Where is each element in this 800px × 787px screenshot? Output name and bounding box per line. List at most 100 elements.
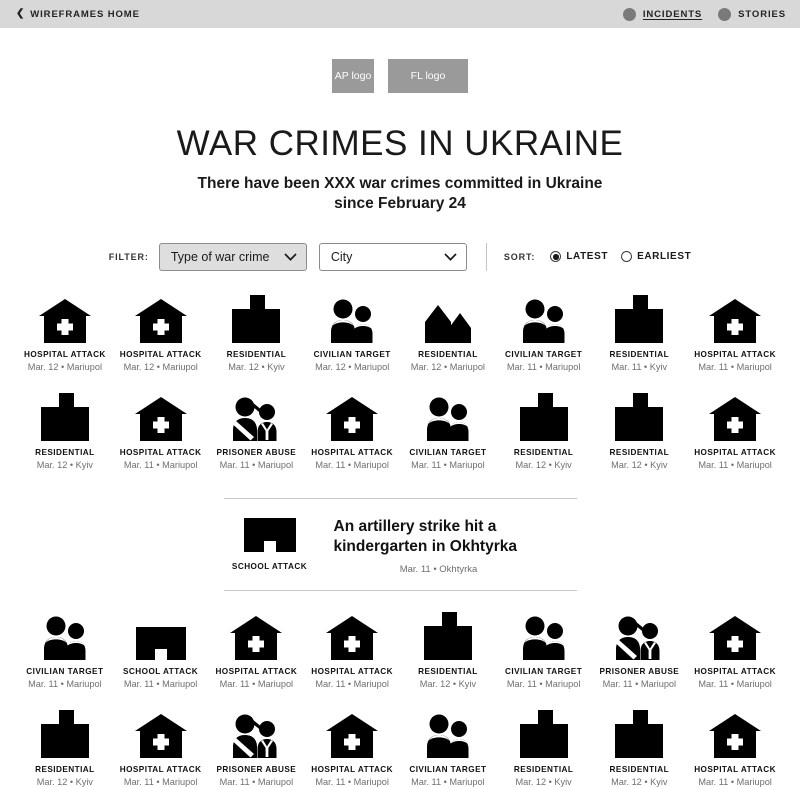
radio-earliest-icon[interactable] [621, 251, 633, 263]
incident-card[interactable]: HOSPITAL ATTACK Mar. 12 • Mariupol [24, 295, 106, 372]
featured-story-text: An artillery strike hit a kindergarten i… [334, 516, 544, 575]
chevron-left-icon: ❮ [16, 8, 26, 19]
incident-card[interactable]: CIVILIAN TARGET Mar. 11 • Mariupol [503, 612, 585, 689]
incident-card[interactable]: RESIDENTIAL Mar. 12 • Mariupol [407, 295, 489, 372]
incident-card-meta: Mar. 11 • Mariupol [411, 459, 485, 470]
wireframes-home-label: WIREFRAMES HOME [30, 8, 140, 20]
incident-card[interactable]: RESIDENTIAL Mar. 12 • Kyiv [216, 294, 298, 372]
fl-logo-placeholder: FL logo [388, 59, 468, 93]
hospital-attack-icon [38, 295, 91, 343]
incident-card[interactable]: SCHOOL ATTACK Mar. 11 • Mariupol [120, 612, 202, 689]
sort-latest-label: LATEST [566, 251, 609, 263]
featured-story-meta: Mar. 11 • Okhtyrka [399, 564, 478, 576]
page-subtitle: There have been XXX war crimes committed… [197, 175, 603, 213]
incident-card-type: HOSPITAL ATTACK [311, 765, 394, 775]
featured-story-icon-col: SCHOOL ATTACK [224, 516, 316, 571]
incident-card-meta: Mar. 12 • Mariupol [123, 361, 198, 372]
incident-card-type: CIVILIAN TARGET [505, 667, 583, 677]
incident-card[interactable]: RESIDENTIAL Mar. 11 • Kyiv [598, 294, 680, 372]
residential-icon [615, 294, 664, 343]
residential-icon [519, 392, 568, 441]
incident-card[interactable]: PRISONER ABUSE Mar. 11 • Mariupol [216, 393, 298, 470]
wireframes-home-link[interactable]: ❮ WIREFRAMES HOME [16, 9, 140, 20]
incident-card-type: SCHOOL ATTACK [123, 667, 199, 677]
incident-card-meta: Mar. 11 • Mariupol [123, 777, 198, 787]
incident-card[interactable]: PRISONER ABUSE Mar. 11 • Mariupol [598, 612, 680, 689]
residential-icon [519, 710, 568, 759]
incident-card[interactable]: CIVILIAN TARGET Mar. 11 • Mariupol [407, 393, 489, 470]
school-attack-icon [135, 612, 186, 661]
civilian-target-icon [328, 295, 376, 343]
incident-card-meta: Mar. 11 • Mariupol [123, 679, 198, 690]
incident-card-type: PRISONER ABUSE [216, 447, 297, 457]
incident-card-meta: Mar. 11 • Mariupol [219, 777, 294, 787]
civilian-target-icon [41, 612, 89, 661]
filter-label: FILTER: [108, 251, 149, 262]
filter-city-value: City [330, 249, 353, 264]
incident-card[interactable]: RESIDENTIAL Mar. 12 • Kyiv [24, 392, 106, 470]
civilian-target-icon [520, 295, 568, 343]
incident-card[interactable]: HOSPITAL ATTACK Mar. 11 • Mariupol [694, 295, 776, 372]
hospital-attack-icon [134, 710, 187, 759]
prisoner-abuse-icon [614, 612, 664, 661]
hospital-attack-icon [709, 295, 762, 343]
incident-card[interactable]: RESIDENTIAL Mar. 12 • Kyiv [598, 392, 680, 470]
filter-type-value: Type of war crime [170, 249, 270, 264]
incident-card-type: RESIDENTIAL [609, 765, 670, 775]
logo-row: AP logo FL logo [0, 59, 800, 93]
incident-card[interactable]: HOSPITAL ATTACK Mar. 11 • Mariupol [694, 612, 776, 689]
incident-card-meta: Mar. 12 • Kyiv [419, 679, 477, 690]
incident-card[interactable]: RESIDENTIAL Mar. 12 • Kyiv [24, 710, 106, 787]
incident-card-meta: Mar. 11 • Mariupol [698, 459, 772, 470]
incident-card[interactable]: CIVILIAN TARGET Mar. 11 • Mariupol [503, 295, 585, 372]
radio-latest-icon[interactable] [550, 251, 562, 263]
incident-card-type: HOSPITAL ATTACK [24, 349, 106, 359]
incident-card[interactable]: PRISONER ABUSE Mar. 11 • Mariupol [216, 710, 298, 787]
incident-card-meta: Mar. 11 • Mariupol [411, 777, 485, 787]
incident-card-type: PRISONER ABUSE [216, 765, 297, 775]
incident-card[interactable]: RESIDENTIAL Mar. 12 • Kyiv [407, 612, 489, 689]
incident-card[interactable]: HOSPITAL ATTACK Mar. 11 • Mariupol [311, 393, 393, 470]
incident-card-type: HOSPITAL ATTACK [119, 447, 202, 457]
incident-card[interactable]: HOSPITAL ATTACK Mar. 11 • Mariupol [120, 710, 202, 787]
incident-card[interactable]: HOSPITAL ATTACK Mar. 11 • Mariupol [311, 612, 393, 689]
nav-item-incidents[interactable]: INCIDENTS [622, 7, 703, 21]
incident-card[interactable]: HOSPITAL ATTACK Mar. 11 • Mariupol [120, 393, 202, 470]
nav-incidents-label: INCIDENTS [642, 8, 703, 20]
incidents-dot-icon [622, 7, 636, 21]
incident-card[interactable]: HOSPITAL ATTACK Mar. 11 • Mariupol [694, 393, 776, 470]
civilian-target-icon [520, 612, 568, 661]
residential-icon [423, 612, 472, 661]
incident-card-meta: Mar. 11 • Mariupol [506, 361, 581, 372]
hospital-attack-icon [326, 710, 379, 759]
incident-card[interactable]: RESIDENTIAL Mar. 12 • Kyiv [598, 710, 680, 787]
hospital-attack-icon [134, 295, 187, 343]
nav-stories-label: STORIES [738, 8, 786, 20]
incident-card[interactable]: CIVILIAN TARGET Mar. 11 • Mariupol [407, 710, 489, 787]
incident-card[interactable]: CIVILIAN TARGET Mar. 11 • Mariupol [24, 612, 106, 689]
filter-sort-bar: FILTER: Type of war crime City SORT: LAT… [0, 242, 800, 271]
prisoner-abuse-icon [231, 710, 281, 759]
filter-type-select[interactable]: Type of war crime [158, 242, 307, 271]
incident-card[interactable]: HOSPITAL ATTACK Mar. 11 • Mariupol [311, 710, 393, 787]
incident-card-type: CIVILIAN TARGET [409, 765, 487, 775]
incident-card[interactable]: HOSPITAL ATTACK Mar. 11 • Mariupol [215, 612, 297, 689]
incident-card[interactable]: HOSPITAL ATTACK Mar. 11 • Mariupol [694, 710, 776, 787]
sort-option-latest[interactable]: LATEST [550, 251, 609, 263]
school-attack-icon [243, 517, 296, 557]
civilian-target-icon [424, 393, 472, 441]
incident-card-meta: Mar. 12 • Mariupol [410, 361, 485, 372]
incident-card[interactable]: HOSPITAL ATTACK Mar. 12 • Mariupol [120, 295, 202, 372]
featured-story[interactable]: SCHOOL ATTACK An artillery strike hit a … [223, 497, 577, 592]
incident-card-type: RESIDENTIAL [226, 349, 287, 359]
incident-card-meta: Mar. 11 • Mariupol [123, 459, 198, 470]
incident-card[interactable]: CIVILIAN TARGET Mar. 12 • Mariupol [311, 295, 393, 372]
incident-card[interactable]: RESIDENTIAL Mar. 12 • Kyiv [503, 710, 585, 787]
incident-card-meta: Mar. 12 • Kyiv [515, 459, 572, 470]
chevron-down-icon [284, 253, 297, 261]
sort-option-earliest[interactable]: EARLIEST [621, 251, 691, 263]
incident-row-3: CIVILIAN TARGET Mar. 11 • Mariupol SCHOOL … [0, 612, 800, 689]
nav-item-stories[interactable]: STORIES [718, 7, 786, 21]
incident-card[interactable]: RESIDENTIAL Mar. 12 • Kyiv [503, 392, 585, 470]
filter-city-select[interactable]: City [318, 242, 467, 271]
